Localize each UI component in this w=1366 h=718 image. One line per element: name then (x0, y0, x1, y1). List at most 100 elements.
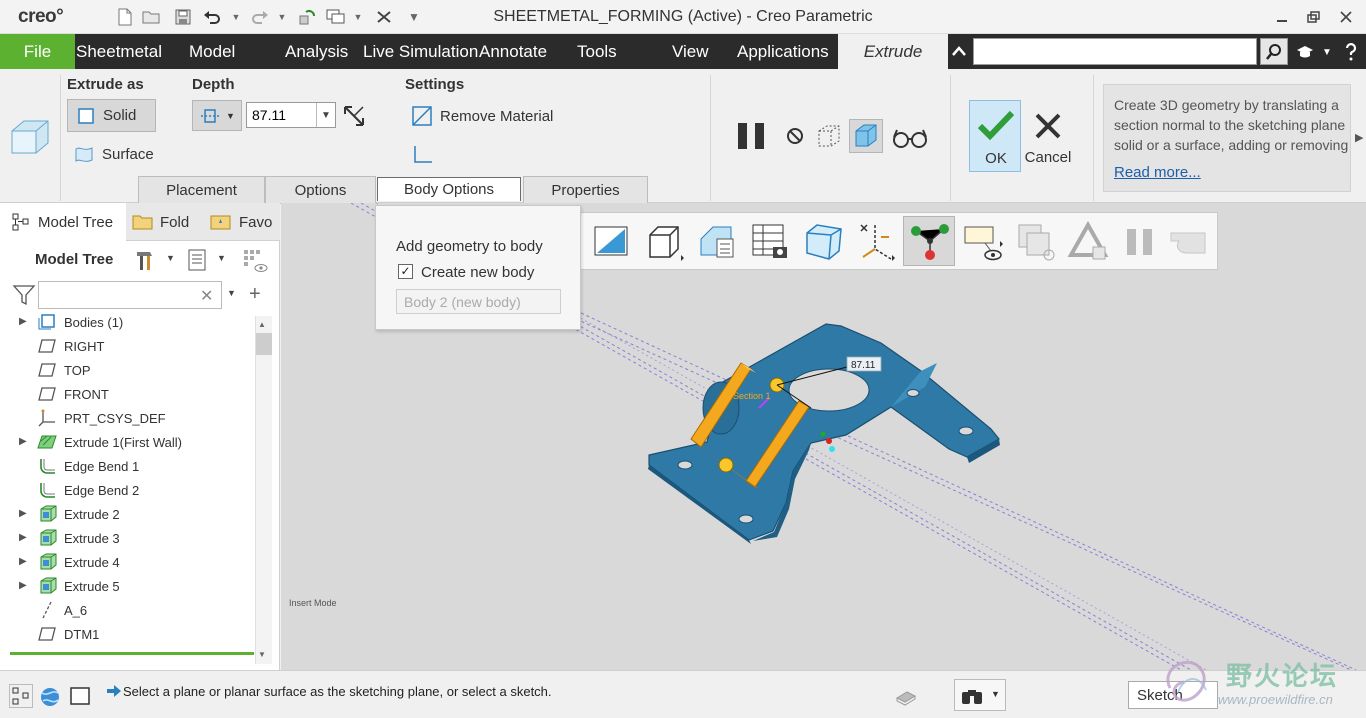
surface-button[interactable]: Surface (74, 142, 154, 166)
undo-icon[interactable] (202, 7, 222, 27)
tree-item[interactable]: ▶ Extrude 1(First Wall) (0, 430, 255, 454)
view-named-icon[interactable] (591, 221, 633, 263)
tree-item[interactable]: DTM1 (0, 622, 255, 646)
thicken-sketch-icon[interactable] (412, 143, 434, 165)
depth-type-button[interactable]: ▼ (192, 100, 242, 131)
expand-arrow-icon[interactable]: ▶ (19, 436, 27, 447)
restore-button[interactable] (1302, 6, 1326, 28)
display-style-icon[interactable] (697, 221, 739, 263)
depth-dimension[interactable]: 87.11 (851, 360, 876, 371)
tree-settings-dropdown-icon[interactable]: ▼ (166, 253, 175, 263)
tab-folder-browser[interactable]: Fold (132, 203, 196, 241)
find-button[interactable]: ▼ (954, 679, 1006, 711)
expand-arrow-icon[interactable]: ▶ (19, 580, 27, 591)
tree-item[interactable]: TOP (0, 358, 255, 382)
tab-model-tree[interactable]: Model Tree (0, 203, 126, 241)
tab-annotate[interactable]: Annotate (479, 34, 547, 69)
expand-arrow-icon[interactable]: ▶ (19, 508, 27, 519)
tab-tools[interactable]: Tools (577, 34, 617, 69)
tab-file[interactable]: File (0, 34, 75, 69)
tab-applications[interactable]: Applications (737, 34, 829, 69)
tab-live-simulation[interactable]: Live Simulation (363, 34, 478, 69)
help-icon[interactable] (1340, 41, 1362, 63)
tab-placement[interactable]: Placement (138, 176, 265, 204)
command-search-input[interactable] (973, 38, 1257, 65)
tree-item[interactable]: ▶ Extrude 4 (0, 550, 255, 574)
scroll-thumb[interactable] (256, 333, 272, 355)
tab-view[interactable]: View (672, 34, 709, 69)
save-icon[interactable] (173, 7, 193, 27)
tab-model[interactable]: Model (189, 34, 235, 69)
add-filter-icon[interactable]: + (249, 283, 261, 306)
help-expand-arrow-icon[interactable]: ▶ (1355, 131, 1363, 144)
tab-properties[interactable]: Properties (523, 176, 648, 204)
tree-item[interactable]: RIGHT (0, 334, 255, 358)
show-list-icon[interactable] (186, 248, 208, 272)
depth-value-dropdown-icon[interactable]: ▼ (316, 103, 335, 127)
clear-filter-icon[interactable]: ✕ (200, 286, 213, 306)
open-file-icon[interactable] (142, 7, 162, 27)
tab-analysis[interactable]: Analysis (285, 34, 348, 69)
tab-sheetmetal[interactable]: Sheetmetal (76, 34, 162, 69)
perspective-view-icon[interactable] (803, 221, 845, 263)
verify-glasses-icon[interactable] (892, 127, 928, 149)
new-file-icon[interactable] (115, 7, 135, 27)
redo-dropdown-icon[interactable]: ▼ (272, 7, 292, 27)
view-manager-icon[interactable] (749, 221, 791, 263)
close-button[interactable] (1334, 6, 1358, 28)
tree-settings-icon[interactable] (134, 248, 158, 272)
regenerate-icon[interactable] (297, 7, 317, 27)
undo-dropdown-icon[interactable]: ▼ (226, 7, 246, 27)
ok-button[interactable]: OK (969, 100, 1021, 172)
feature-preview-button[interactable] (849, 119, 883, 153)
create-new-body-label[interactable]: Create new body (421, 264, 534, 281)
filter-funnel-icon[interactable] (12, 283, 36, 307)
tree-item[interactable]: Edge Bend 1 (0, 454, 255, 478)
create-new-body-checkbox[interactable]: ✓ (398, 264, 413, 279)
redo-icon[interactable] (250, 7, 270, 27)
tree-item[interactable]: PRT_CSYS_DEF (0, 406, 255, 430)
expand-arrow-icon[interactable]: ▶ (19, 532, 27, 543)
spin-center-button[interactable] (903, 216, 955, 266)
tree-item[interactable]: ▶ Extrude 2 (0, 502, 255, 526)
tree-item[interactable]: ▶ Extrude 5 (0, 574, 255, 598)
tree-scrollbar[interactable]: ▲ ▼ (255, 316, 272, 664)
show-dropdown-icon[interactable]: ▼ (217, 253, 226, 263)
saved-orientations-icon[interactable] (644, 221, 686, 263)
new-body-name-field[interactable]: Body 2 (new body) (396, 289, 561, 314)
full-screen-icon[interactable] (69, 685, 91, 707)
tab-extrude[interactable]: Extrude (838, 34, 948, 69)
customize-toolbar-icon[interactable]: ▼ (404, 7, 424, 27)
expand-arrow-icon[interactable]: ▶ (19, 556, 27, 567)
toggle-browser-icon[interactable] (38, 684, 62, 708)
toggle-navigator-icon[interactable] (9, 684, 33, 708)
tree-filter-visibility-icon[interactable] (242, 248, 268, 274)
collapse-ribbon-icon[interactable] (948, 40, 970, 62)
segment-preview-icon[interactable] (815, 123, 843, 149)
regenerate-status-icon[interactable] (893, 684, 917, 706)
learning-dropdown-icon[interactable]: ▼ (1316, 41, 1338, 63)
insert-here-indicator[interactable] (10, 652, 254, 655)
windows-dropdown-icon[interactable]: ▼ (348, 7, 368, 27)
learning-cap-icon[interactable] (1294, 41, 1316, 63)
cancel-button[interactable]: Cancel (1024, 100, 1072, 172)
pause-icon[interactable] (736, 121, 768, 151)
tab-options[interactable]: Options (265, 176, 376, 204)
no-preview-icon[interactable] (785, 126, 805, 146)
tree-item[interactable]: FRONT (0, 382, 255, 406)
expand-arrow-icon[interactable]: ▶ (19, 316, 27, 327)
selection-filter-select[interactable]: Sketch (1128, 681, 1218, 709)
minimize-button[interactable] (1270, 6, 1294, 28)
scroll-down-icon[interactable]: ▼ (258, 650, 266, 659)
tree-item[interactable]: A_6 (0, 598, 255, 622)
scroll-up-icon[interactable]: ▲ (258, 320, 266, 329)
close-window-icon[interactable] (374, 7, 394, 27)
annotation-display-icon[interactable] (963, 221, 1005, 263)
tree-item[interactable]: Edge Bend 2 (0, 478, 255, 502)
flip-direction-icon[interactable] (342, 104, 366, 128)
tab-body-options[interactable]: Body Options (377, 177, 521, 201)
tree-item[interactable]: ▶ Extrude 3 (0, 526, 255, 550)
windows-icon[interactable] (326, 7, 346, 27)
filter-dropdown-icon[interactable]: ▼ (227, 288, 236, 298)
tree-filter-input[interactable] (38, 281, 222, 309)
